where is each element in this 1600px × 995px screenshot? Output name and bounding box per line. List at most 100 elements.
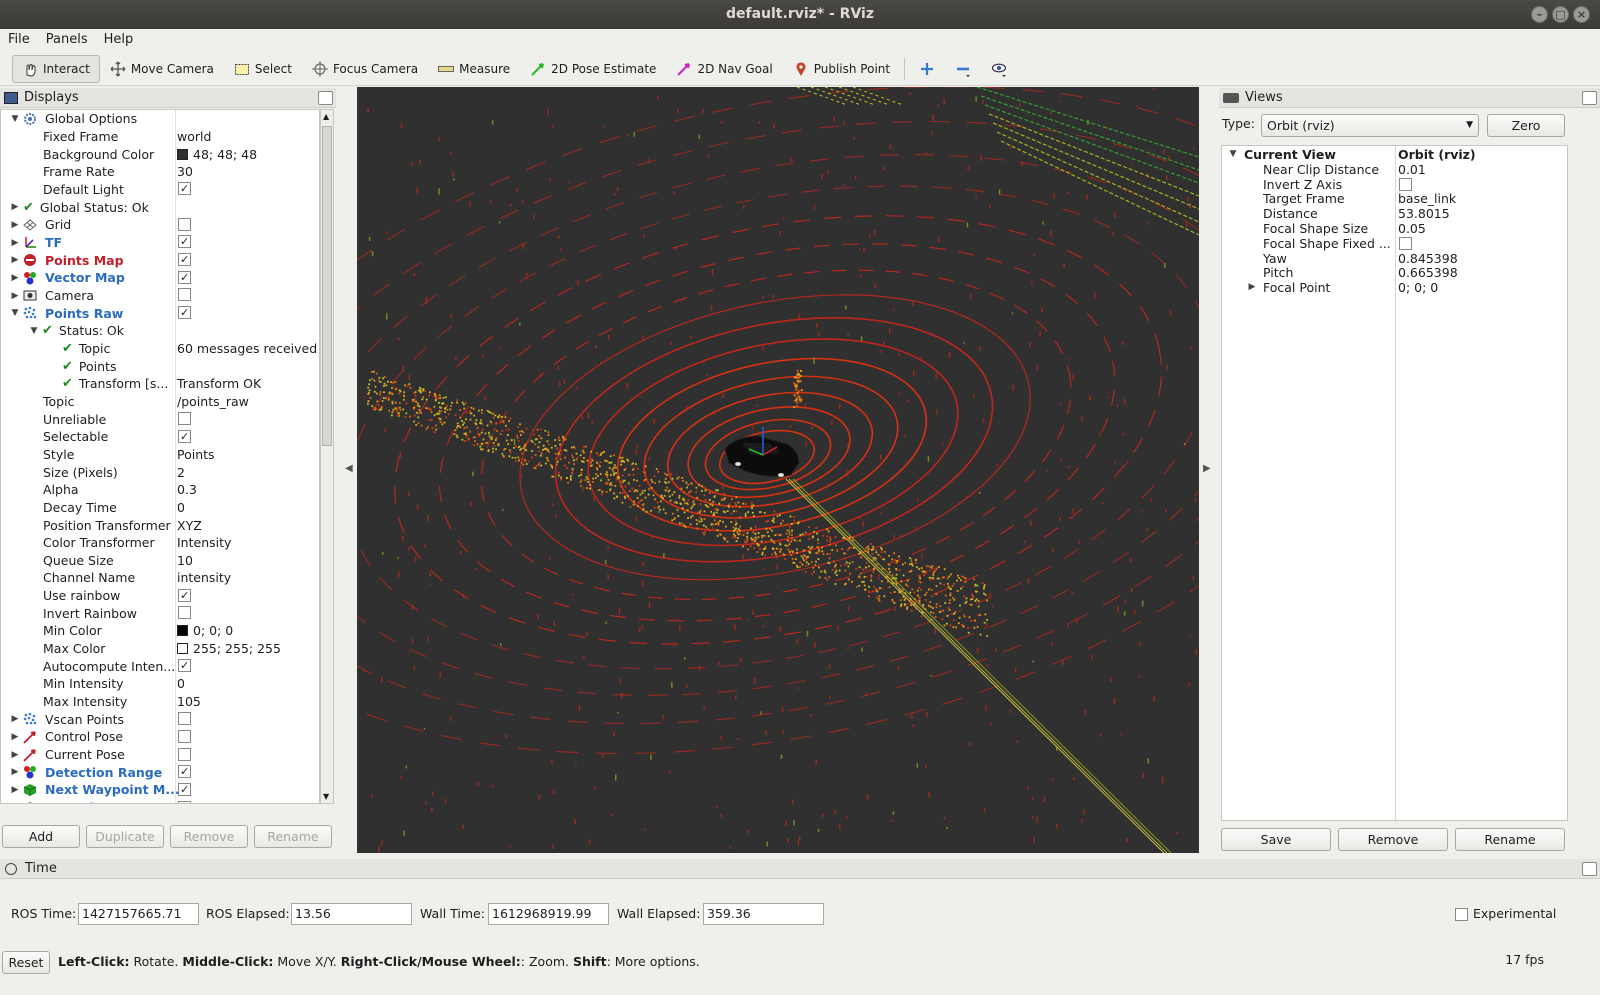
display-row-grid[interactable]: ▶ Grid (1, 216, 319, 234)
add-display-button[interactable]: Add (2, 825, 80, 848)
display-value[interactable] (178, 287, 191, 303)
view-checkbox[interactable] (1399, 177, 1412, 191)
enable-checkbox[interactable] (178, 412, 191, 426)
collapse-right-icon[interactable]: ▶ (1203, 463, 1211, 474)
display-value[interactable]: 0.3 (177, 482, 197, 497)
display-row-detection-range[interactable]: ▶ Detection Range (1, 763, 319, 781)
display-row-points-raw[interactable]: ▼ Points Raw (1, 304, 319, 322)
tool-focus-camera[interactable]: Focus Camera (302, 55, 428, 83)
enable-checkbox[interactable] (178, 800, 191, 803)
display-row-queue-size[interactable]: Queue Size 10 (1, 552, 319, 570)
display-value[interactable]: XYZ (177, 518, 202, 533)
reset-button[interactable]: Reset (2, 951, 50, 974)
display-row-min-intensity[interactable]: Min Intensity 0 (1, 675, 319, 693)
expanded-arrow-icon[interactable]: ▼ (10, 308, 20, 318)
display-row-vector-map[interactable]: ▶ Vector Map (1, 269, 319, 287)
collapsed-arrow-icon[interactable]: ▶ (1247, 282, 1257, 292)
collapsed-arrow-icon[interactable]: ▶ (10, 291, 20, 301)
time-float-toggle[interactable] (1582, 862, 1597, 876)
tool-select[interactable]: Select (224, 55, 302, 83)
menu-panels[interactable]: Panels (38, 29, 96, 51)
display-row-alpha[interactable]: Alpha 0.3 (1, 481, 319, 499)
display-value[interactable] (178, 234, 191, 250)
view-row-near-clip-distance[interactable]: Near Clip Distance 0.01 (1222, 162, 1569, 177)
view-row-distance[interactable]: Distance 53.8015 (1222, 206, 1569, 221)
enable-checkbox[interactable] (178, 288, 191, 302)
wall-elapsed-field[interactable]: 359.36 (703, 903, 824, 925)
display-row-color-transformer[interactable]: Color Transformer Intensity (1, 534, 319, 552)
add-tool-button[interactable] (909, 55, 945, 83)
collapsed-arrow-icon[interactable]: ▶ (10, 273, 20, 283)
render-viewport[interactable] (357, 87, 1199, 853)
display-row-frame-rate[interactable]: Frame Rate 30 (1, 163, 319, 181)
enable-checkbox[interactable] (178, 306, 191, 320)
view-value[interactable]: base_link (1398, 191, 1456, 206)
panel-float-toggle[interactable] (318, 91, 333, 105)
display-row-tf[interactable]: ▶ TF (1, 234, 319, 252)
enable-checkbox[interactable] (178, 182, 191, 196)
maximize-icon[interactable]: □ (1552, 6, 1569, 23)
display-row-max-intensity[interactable]: Max Intensity 105 (1, 693, 319, 711)
display-row-channel-name[interactable]: Channel Name intensity (1, 569, 319, 587)
display-row-fixed-frame[interactable]: Fixed Frame world (1, 128, 319, 146)
close-icon[interactable]: × (1573, 6, 1590, 23)
view-checkbox[interactable] (1399, 236, 1412, 250)
display-value[interactable] (178, 588, 191, 604)
view-row-pitch[interactable]: Pitch 0.665398 (1222, 265, 1569, 280)
view-value[interactable]: 0.665398 (1398, 265, 1458, 280)
collapsed-arrow-icon[interactable]: ▶ (10, 803, 20, 804)
enable-checkbox[interactable] (178, 429, 191, 443)
display-value[interactable] (178, 764, 191, 780)
display-value[interactable] (178, 270, 191, 286)
enable-checkbox[interactable] (178, 729, 191, 743)
display-value[interactable] (178, 711, 191, 727)
display-value[interactable]: 0 (177, 500, 185, 515)
enable-checkbox[interactable] (178, 588, 191, 602)
collapsed-arrow-icon[interactable]: ▶ (10, 785, 20, 795)
view-row-current-view[interactable]: ▼ Current View Orbit (rviz) (1222, 147, 1569, 162)
display-value[interactable]: 30 (177, 164, 193, 179)
enable-checkbox[interactable] (178, 782, 191, 796)
expanded-arrow-icon[interactable]: ▼ (1228, 149, 1238, 159)
minimize-icon[interactable]: – (1531, 6, 1548, 23)
display-value[interactable] (178, 782, 191, 798)
enable-checkbox[interactable] (178, 253, 191, 267)
display-row-autocompute-inten[interactable]: Autocompute Inten... (1, 657, 319, 675)
tool-measure[interactable]: Measure (428, 55, 520, 83)
view-row-focal-point[interactable]: ▶ Focal Point 0; 0; 0 (1222, 280, 1569, 295)
view-row-invert-z-axis[interactable]: Invert Z Axis (1222, 177, 1569, 192)
display-row-position-transformer[interactable]: Position Transformer XYZ (1, 516, 319, 534)
enable-checkbox[interactable] (178, 712, 191, 726)
enable-checkbox[interactable] (178, 765, 191, 779)
collapsed-arrow-icon[interactable]: ▶ (10, 255, 20, 265)
tool-publish-point[interactable]: Publish Point (783, 55, 900, 83)
display-row-decay-time[interactable]: Decay Time 0 (1, 499, 319, 517)
views-float-toggle[interactable] (1582, 91, 1597, 105)
tool-interact[interactable]: Interact (12, 54, 100, 83)
view-row-focal-shape-fixed[interactable]: Focal Shape Fixed ... (1222, 236, 1569, 251)
display-value[interactable] (178, 181, 191, 197)
enable-checkbox[interactable] (178, 606, 191, 620)
scroll-up-icon[interactable]: ▲ (323, 112, 329, 121)
display-row-vscan-points[interactable]: ▶ Vscan Points (1, 710, 319, 728)
display-row-default-light[interactable]: Default Light (1, 181, 319, 199)
display-value[interactable]: intensity (177, 570, 231, 585)
display-value[interactable]: 48; 48; 48 (177, 147, 257, 162)
menu-file[interactable]: File (0, 29, 38, 51)
remove-view-button[interactable]: Remove (1338, 828, 1448, 851)
collapse-left-icon[interactable]: ◀ (345, 463, 353, 474)
zero-view-button[interactable]: Zero (1487, 114, 1565, 137)
display-row-transform-s[interactable]: ✔ Transform [s... Transform OK (1, 375, 319, 393)
display-row-global-options[interactable]: ▼ Global Options (1, 110, 319, 128)
display-row-control-pose[interactable]: ▶ Control Pose (1, 728, 319, 746)
display-row-style[interactable]: Style Points (1, 446, 319, 464)
display-value[interactable]: 60 messages received (177, 341, 317, 356)
collapsed-arrow-icon[interactable]: ▶ (10, 732, 20, 742)
display-row-pp-trajectory-ma[interactable]: ▶ PP Trajectory Ma... (1, 799, 319, 804)
display-value[interactable]: Points (177, 447, 215, 462)
display-value[interactable] (178, 252, 191, 268)
display-row-use-rainbow[interactable]: Use rainbow (1, 587, 319, 605)
enable-checkbox[interactable] (178, 747, 191, 761)
scrollbar-thumb[interactable] (322, 126, 332, 446)
collapsed-arrow-icon[interactable]: ▶ (10, 202, 20, 212)
